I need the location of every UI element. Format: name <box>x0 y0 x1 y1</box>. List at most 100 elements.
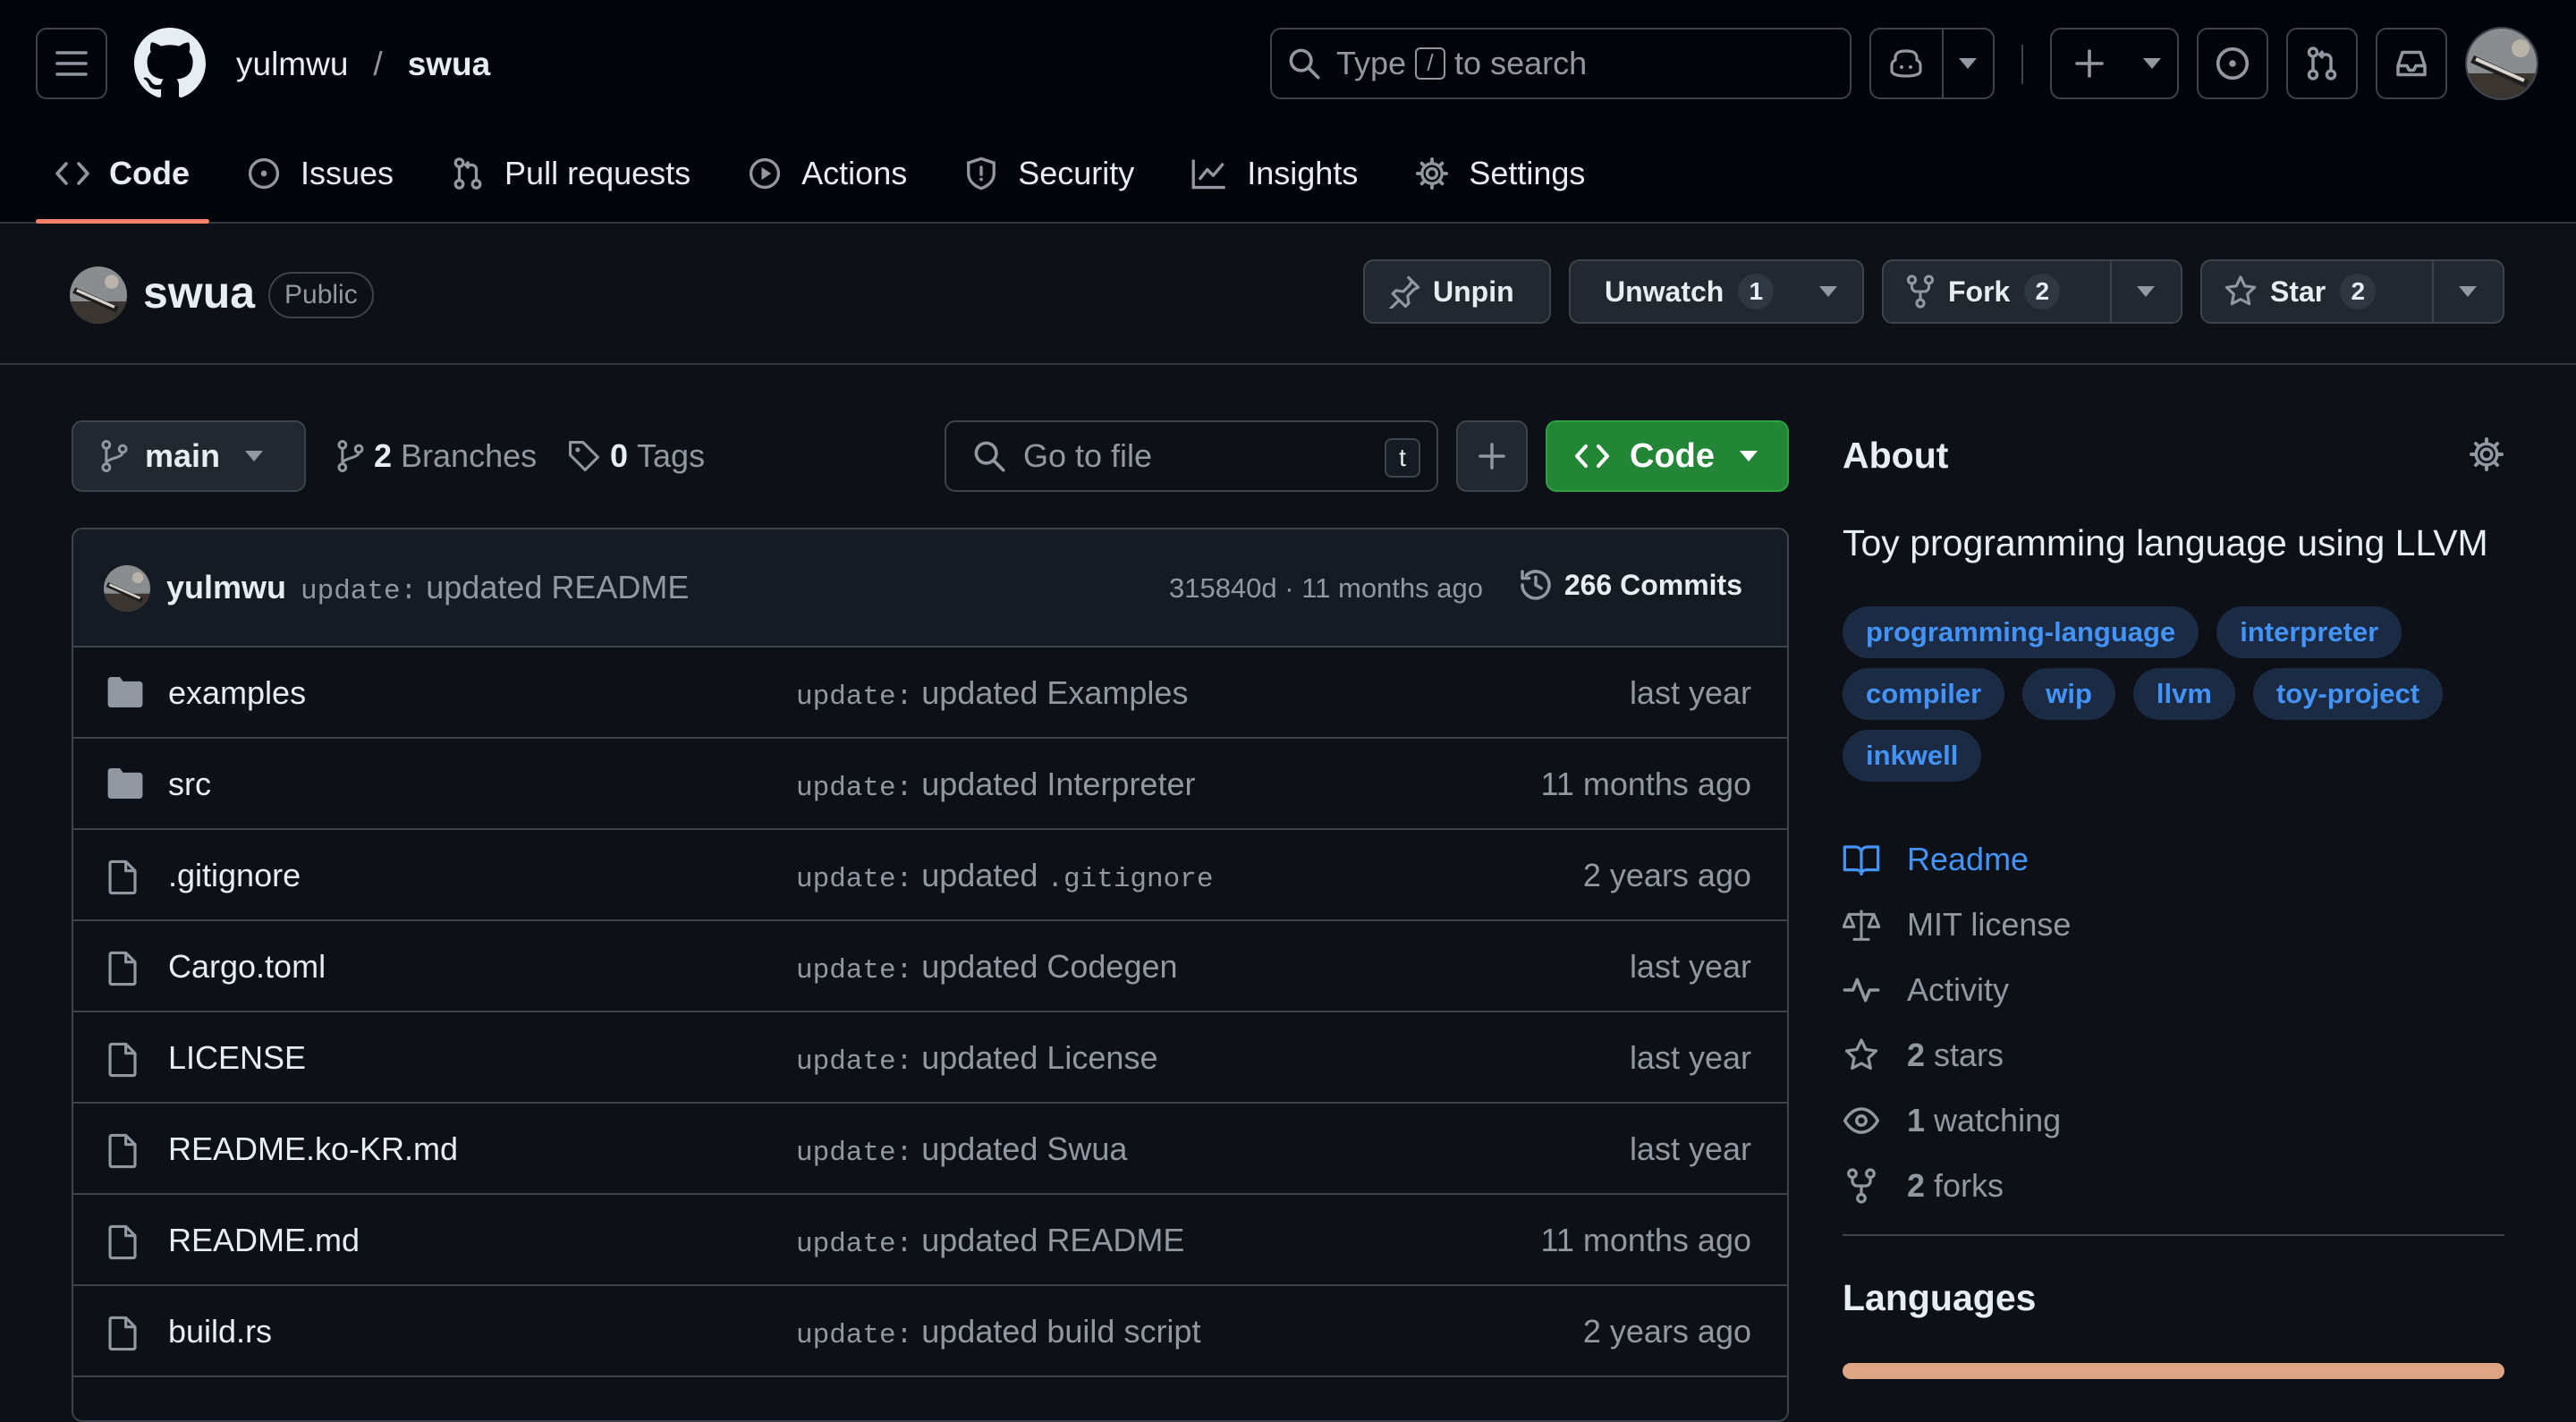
repo-owner-avatar[interactable] <box>70 267 127 324</box>
visibility-badge: Public <box>268 272 374 318</box>
file-commit-message-link[interactable]: update: updated build script <box>796 1313 1200 1351</box>
unwatch-dropdown[interactable] <box>1794 261 1862 322</box>
breadcrumb-repo-link[interactable]: swua <box>408 46 491 83</box>
sidebar-divider <box>1843 1234 2504 1236</box>
file-commit-text: updated Interpreter <box>921 766 1196 802</box>
file-commit-message-link[interactable]: update: updated .gitignore <box>796 857 1213 895</box>
file-name-link[interactable]: .gitignore <box>168 857 301 894</box>
file-commit-text: updated License <box>921 1039 1158 1076</box>
go-to-file-shortcut-key: t <box>1385 438 1420 478</box>
breadcrumb-owner-link[interactable]: yulmwu <box>236 46 348 83</box>
fork-dropdown[interactable] <box>2109 261 2181 322</box>
about-link-label: forks <box>1934 1166 2004 1204</box>
copilot-icon <box>1890 49 1923 78</box>
about-link-pulse[interactable]: Activity <box>1843 957 2071 1022</box>
file-commit-message-link[interactable]: update: updated Codegen <box>796 948 1178 986</box>
file-commit-message-link[interactable]: update: updated README <box>796 1222 1184 1260</box>
inbox-button[interactable] <box>2376 28 2447 99</box>
branches-link[interactable]: 2 Branches <box>336 435 537 478</box>
unpin-button[interactable]: Unpin <box>1363 259 1551 324</box>
tab-settings[interactable]: Settings <box>1395 140 1605 207</box>
add-file-button[interactable] <box>1456 420 1528 492</box>
pin-icon <box>1388 275 1420 309</box>
search-input[interactable]: Type / to search <box>1270 28 1852 99</box>
commit-hash-and-time[interactable]: 315840d · 11 months ago <box>1169 572 1483 605</box>
go-to-file-input[interactable]: Go to file t <box>945 420 1438 492</box>
copilot-dropdown[interactable] <box>1941 30 1993 97</box>
shield-icon <box>967 157 996 190</box>
file-name-link[interactable]: README.ko-KR.md <box>168 1130 458 1168</box>
fork-icon <box>1906 275 1935 309</box>
global-header: yulmwu / swua Type / to search Code Issu… <box>0 0 2576 224</box>
about-link-eye[interactable]: 1 watching <box>1843 1088 2071 1153</box>
folder-icon <box>107 677 143 707</box>
topic-tag[interactable]: interpreter <box>2216 606 2402 658</box>
file-name-link[interactable]: examples <box>168 674 306 712</box>
file-browser: yulmwu update: updated README 315840d · … <box>72 528 1789 1422</box>
tab-label: Code <box>109 155 190 191</box>
issues-shortcut-button[interactable] <box>2197 28 2268 99</box>
topic-tag[interactable]: compiler <box>1843 668 2005 720</box>
breadcrumb-separator: / <box>373 46 383 82</box>
topic-tag[interactable]: wip <box>2022 668 2115 720</box>
tab-code[interactable]: Code <box>36 140 209 224</box>
pull-request-icon <box>453 157 482 190</box>
tab-actions[interactable]: Actions <box>728 140 927 207</box>
github-logo-icon[interactable] <box>134 28 206 99</box>
tab-security[interactable]: Security <box>945 140 1154 207</box>
branch-selector[interactable]: main <box>72 420 306 492</box>
fork-label: Fork <box>1948 275 2011 308</box>
about-link-law[interactable]: MIT license <box>1843 892 2071 957</box>
topic-tag[interactable]: toy-project <box>2252 668 2444 720</box>
create-new-dropdown[interactable] <box>2127 30 2177 97</box>
file-commit-message-link[interactable]: update: updated Examples <box>796 674 1188 713</box>
about-link-fork[interactable]: 2 forks <box>1843 1153 2071 1218</box>
topic-tag[interactable]: programming-language <box>1843 606 2199 658</box>
commits-link[interactable]: 266 Commits <box>1518 567 1742 603</box>
unwatch-button[interactable]: Unwatch 1 <box>1571 261 1794 322</box>
unwatch-label: Unwatch <box>1605 275 1724 308</box>
file-commit-message-link[interactable]: update: updated Interpreter <box>796 766 1195 804</box>
star-button[interactable]: Star 2 <box>2202 261 2432 322</box>
triangle-down-icon <box>2137 286 2156 297</box>
file-name-link[interactable]: build.rs <box>168 1313 272 1350</box>
about-link-book[interactable]: Readme <box>1843 826 2071 892</box>
file-row: build.rs update: updated build script 2 ye… <box>73 1286 1787 1377</box>
plus-icon <box>1479 443 1505 470</box>
menu-button[interactable] <box>36 28 107 99</box>
topic-tag[interactable]: llvm <box>2132 668 2235 720</box>
commit-author[interactable]: yulmwu <box>166 569 286 606</box>
copilot-button[interactable] <box>1871 30 1942 97</box>
commit-author-avatar[interactable] <box>104 565 150 612</box>
fork-button[interactable]: Fork 2 <box>1884 261 2110 322</box>
user-avatar[interactable] <box>2465 27 2538 100</box>
file-commit-text: updated README <box>921 1222 1185 1258</box>
tab-label: Actions <box>801 155 908 191</box>
pull-requests-shortcut-button[interactable] <box>2286 28 2358 99</box>
file-last-updated: last year <box>1629 1130 1751 1167</box>
file-row: README.ko-KR.md update: updated Swua last … <box>73 1104 1787 1195</box>
repo-title[interactable]: swua <box>143 267 255 318</box>
file-name-link[interactable]: README.md <box>168 1222 360 1259</box>
file-name-link[interactable]: Cargo.toml <box>168 948 326 986</box>
file-commit-message-link[interactable]: update: updated License <box>796 1039 1157 1078</box>
file-commit-message-link[interactable]: update: updated Swua <box>796 1130 1127 1169</box>
file-icon <box>107 1316 138 1351</box>
tags-link[interactable]: 0 Tags <box>567 435 705 478</box>
edit-about-button[interactable] <box>2469 436 2504 472</box>
commit-message[interactable]: update: updated README <box>301 569 689 607</box>
file-name-link[interactable]: LICENSE <box>168 1039 306 1077</box>
star-dropdown[interactable] <box>2431 261 2503 322</box>
about-link-star[interactable]: 2 stars <box>1843 1022 2071 1088</box>
about-link-count: 2 <box>1907 1166 1926 1204</box>
code-download-button[interactable]: Code <box>1546 420 1789 492</box>
tab-pull-requests[interactable]: Pull requests <box>431 140 710 207</box>
file-name-link[interactable]: src <box>168 766 211 803</box>
create-new-button[interactable] <box>2052 30 2127 97</box>
create-new-button-group[interactable] <box>2050 28 2179 99</box>
tab-issues[interactable]: Issues <box>227 140 413 207</box>
repo-title-bar: swua Public Unpin Unwatch 1 Fork 2 Star <box>0 224 2576 365</box>
tags-count: 0 <box>610 437 629 474</box>
tab-insights[interactable]: Insights <box>1172 140 1377 207</box>
topic-tag[interactable]: inkwell <box>1843 730 1982 782</box>
